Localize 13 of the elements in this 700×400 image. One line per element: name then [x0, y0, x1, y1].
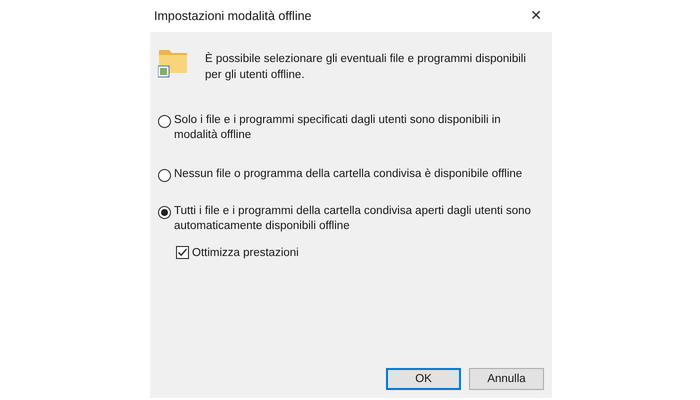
checkbox-label: Ottimizza prestazioni: [192, 246, 299, 258]
close-button[interactable]: ✕: [524, 6, 548, 26]
option-label: Solo i file e i programmi specificati dagli utenti sono disponibili in modalità offline: [174, 113, 502, 143]
radio-button[interactable]: [158, 115, 171, 128]
window-title: Impostazioni modalità offline: [154, 9, 312, 23]
option-label: Nessun file o programma della cartella condivisa è disponibile offline: [174, 167, 524, 182]
option-label: Tutti i file e i programmi della cartella condivisa aperti dagli utenti sono automaticamente disponibili offline: [174, 204, 532, 234]
checkbox[interactable]: [176, 246, 189, 259]
dialog-button[interactable]: OK: [386, 368, 461, 390]
dialog-button[interactable]: Annulla: [469, 368, 544, 390]
description-text: È possibile selezionare gli eventuali file e programmi disponibili per gli utenti offline.: [205, 51, 527, 83]
radio-button[interactable]: [158, 169, 171, 182]
radio-button[interactable]: [158, 206, 171, 219]
